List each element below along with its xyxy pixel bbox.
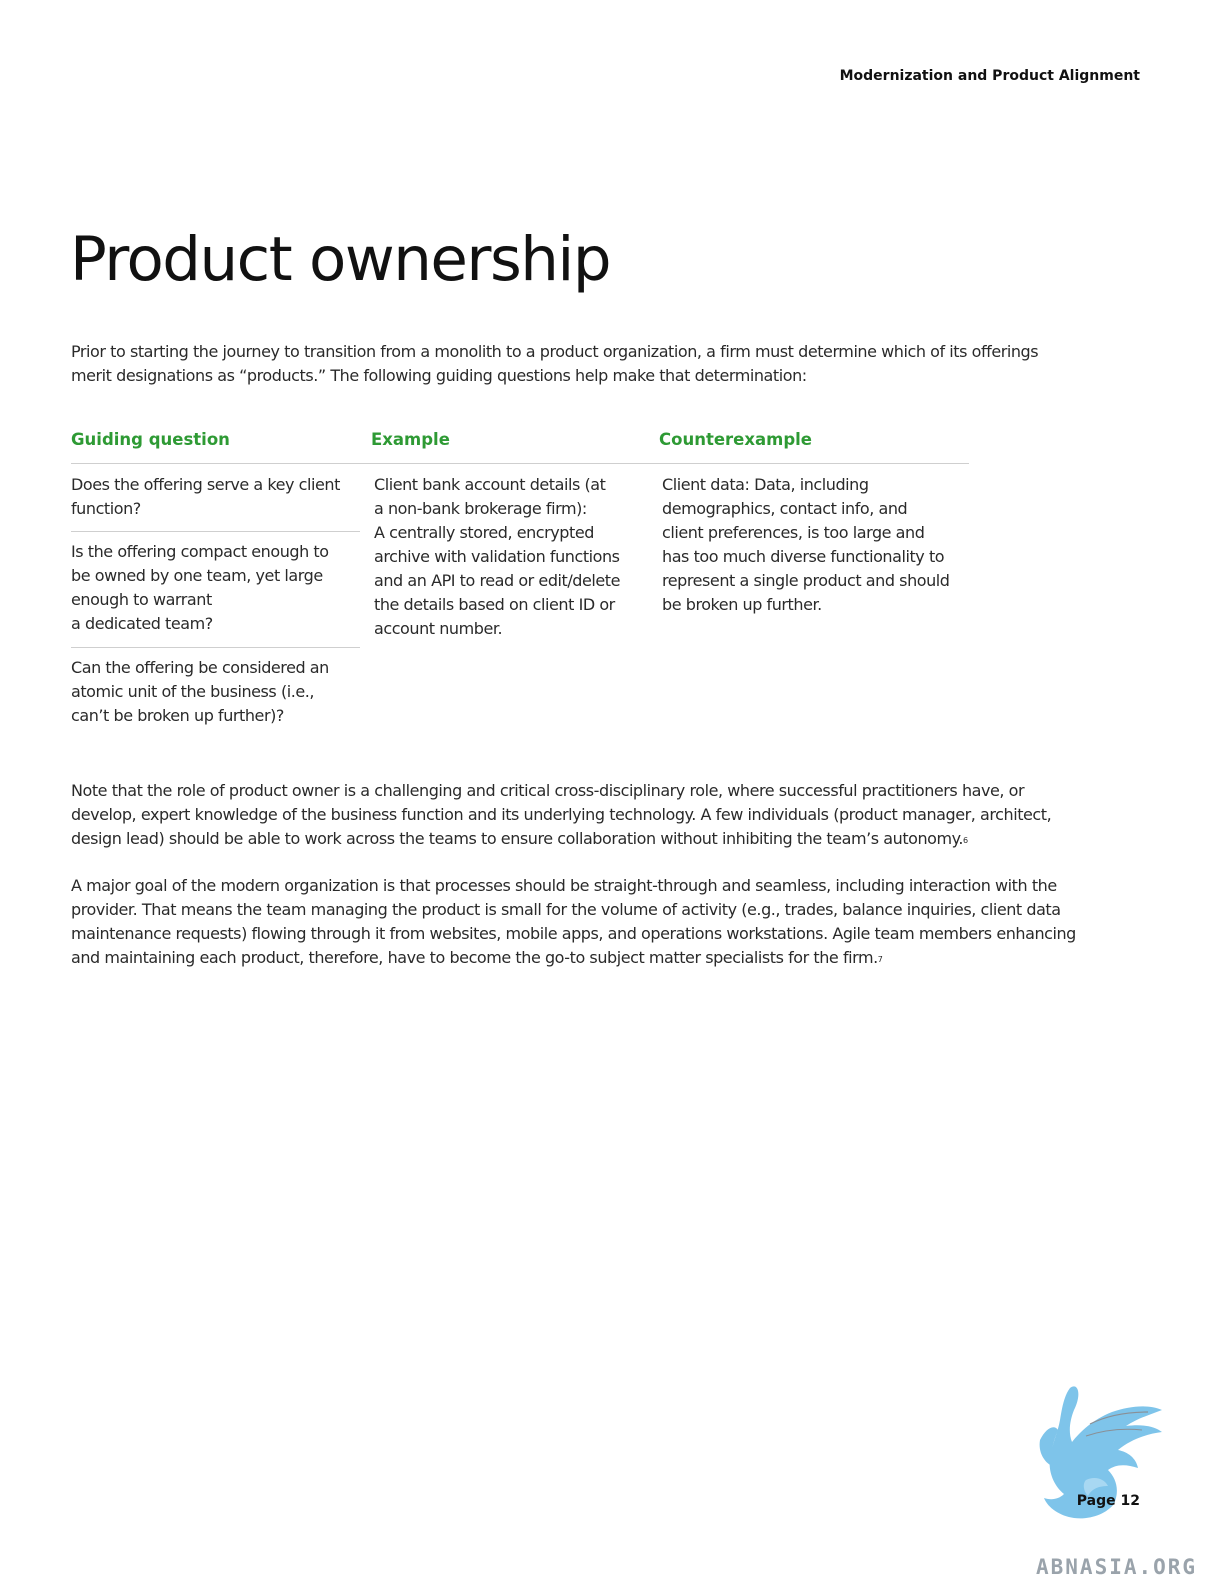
intro-line: merit designations as “products.” The fo… (71, 366, 807, 385)
note-line: Note that the role of product owner is a… (71, 781, 1025, 800)
row-divider (71, 531, 360, 532)
cell-text: enough to warrant (71, 590, 212, 609)
column-header-guiding-question: Guiding question (71, 430, 230, 449)
note-line: develop, expert knowledge of the busines… (71, 805, 1052, 824)
watermark: ABNASIA.ORG (1036, 1555, 1198, 1579)
column-header-example: Example (371, 430, 450, 449)
table-row-question-1: Does the offering serve a key client fun… (71, 473, 340, 521)
cell-text: a dedicated team? (71, 614, 213, 633)
column-header-counterexample: Counterexample (659, 430, 812, 449)
cell-text: function? (71, 499, 141, 518)
cell-text: the details based on client ID or (374, 595, 615, 614)
table-row-question-3: Can the offering be considered an atomic… (71, 656, 329, 728)
cell-text: has too much diverse functionality to (662, 547, 945, 566)
cell-text: Can the offering be considered an (71, 658, 329, 677)
counterexample-cell: Client data: Data, including demographic… (662, 473, 950, 617)
cell-text: client preferences, is too large and (662, 523, 925, 542)
running-header: Modernization and Product Alignment (839, 68, 1140, 84)
goal-line: and maintaining each product, therefore,… (71, 946, 1076, 970)
page-title: Product ownership (70, 224, 612, 295)
cell-text: be owned by one team, yet large (71, 566, 323, 585)
intro-line: Prior to starting the journey to transit… (71, 342, 1039, 361)
page-number: Page 12 (1076, 1493, 1140, 1509)
cell-text: Client bank account details (at (374, 475, 606, 494)
goal-line: provider. That means the team managing t… (71, 900, 1061, 919)
cell-text: account number. (374, 619, 503, 638)
cell-text: represent a single product and should (662, 571, 950, 590)
note-line: design lead) should be able to work acro… (71, 827, 1051, 851)
note-paragraph: Note that the role of product owner is a… (71, 779, 1052, 851)
cell-text: Client data: Data, including (662, 475, 869, 494)
cell-text: atomic unit of the business (i.e., (71, 682, 315, 701)
footnote-marker[interactable]: 7 (878, 955, 883, 964)
cell-text: can’t be broken up further)? (71, 706, 284, 725)
table-row-question-2: Is the offering compact enough to be own… (71, 540, 329, 636)
cell-text: Does the offering serve a key client (71, 475, 340, 494)
note-line-text: design lead) should be able to work acro… (71, 829, 964, 848)
cell-text: Is the offering compact enough to (71, 542, 329, 561)
cell-text: A centrally stored, encrypted (374, 523, 594, 542)
cell-text: be broken up further. (662, 595, 822, 614)
goal-paragraph: A major goal of the modern organization … (71, 874, 1076, 970)
footnote-marker[interactable]: 6 (963, 836, 968, 845)
example-cell: Client bank account details (at a non-ba… (374, 473, 620, 641)
goal-line: A major goal of the modern organization … (71, 876, 1057, 895)
table-header-divider (71, 463, 969, 464)
cell-text: demographics, contact info, and (662, 499, 908, 518)
intro-paragraph: Prior to starting the journey to transit… (71, 340, 1039, 388)
cell-text: archive with validation functions (374, 547, 620, 566)
row-divider (71, 647, 360, 648)
goal-line: maintenance requests) flowing through it… (71, 924, 1076, 943)
goal-line-text: and maintaining each product, therefore,… (71, 948, 878, 967)
cell-text: and an API to read or edit/delete (374, 571, 621, 590)
cell-text: a non-bank brokerage firm): (374, 499, 587, 518)
